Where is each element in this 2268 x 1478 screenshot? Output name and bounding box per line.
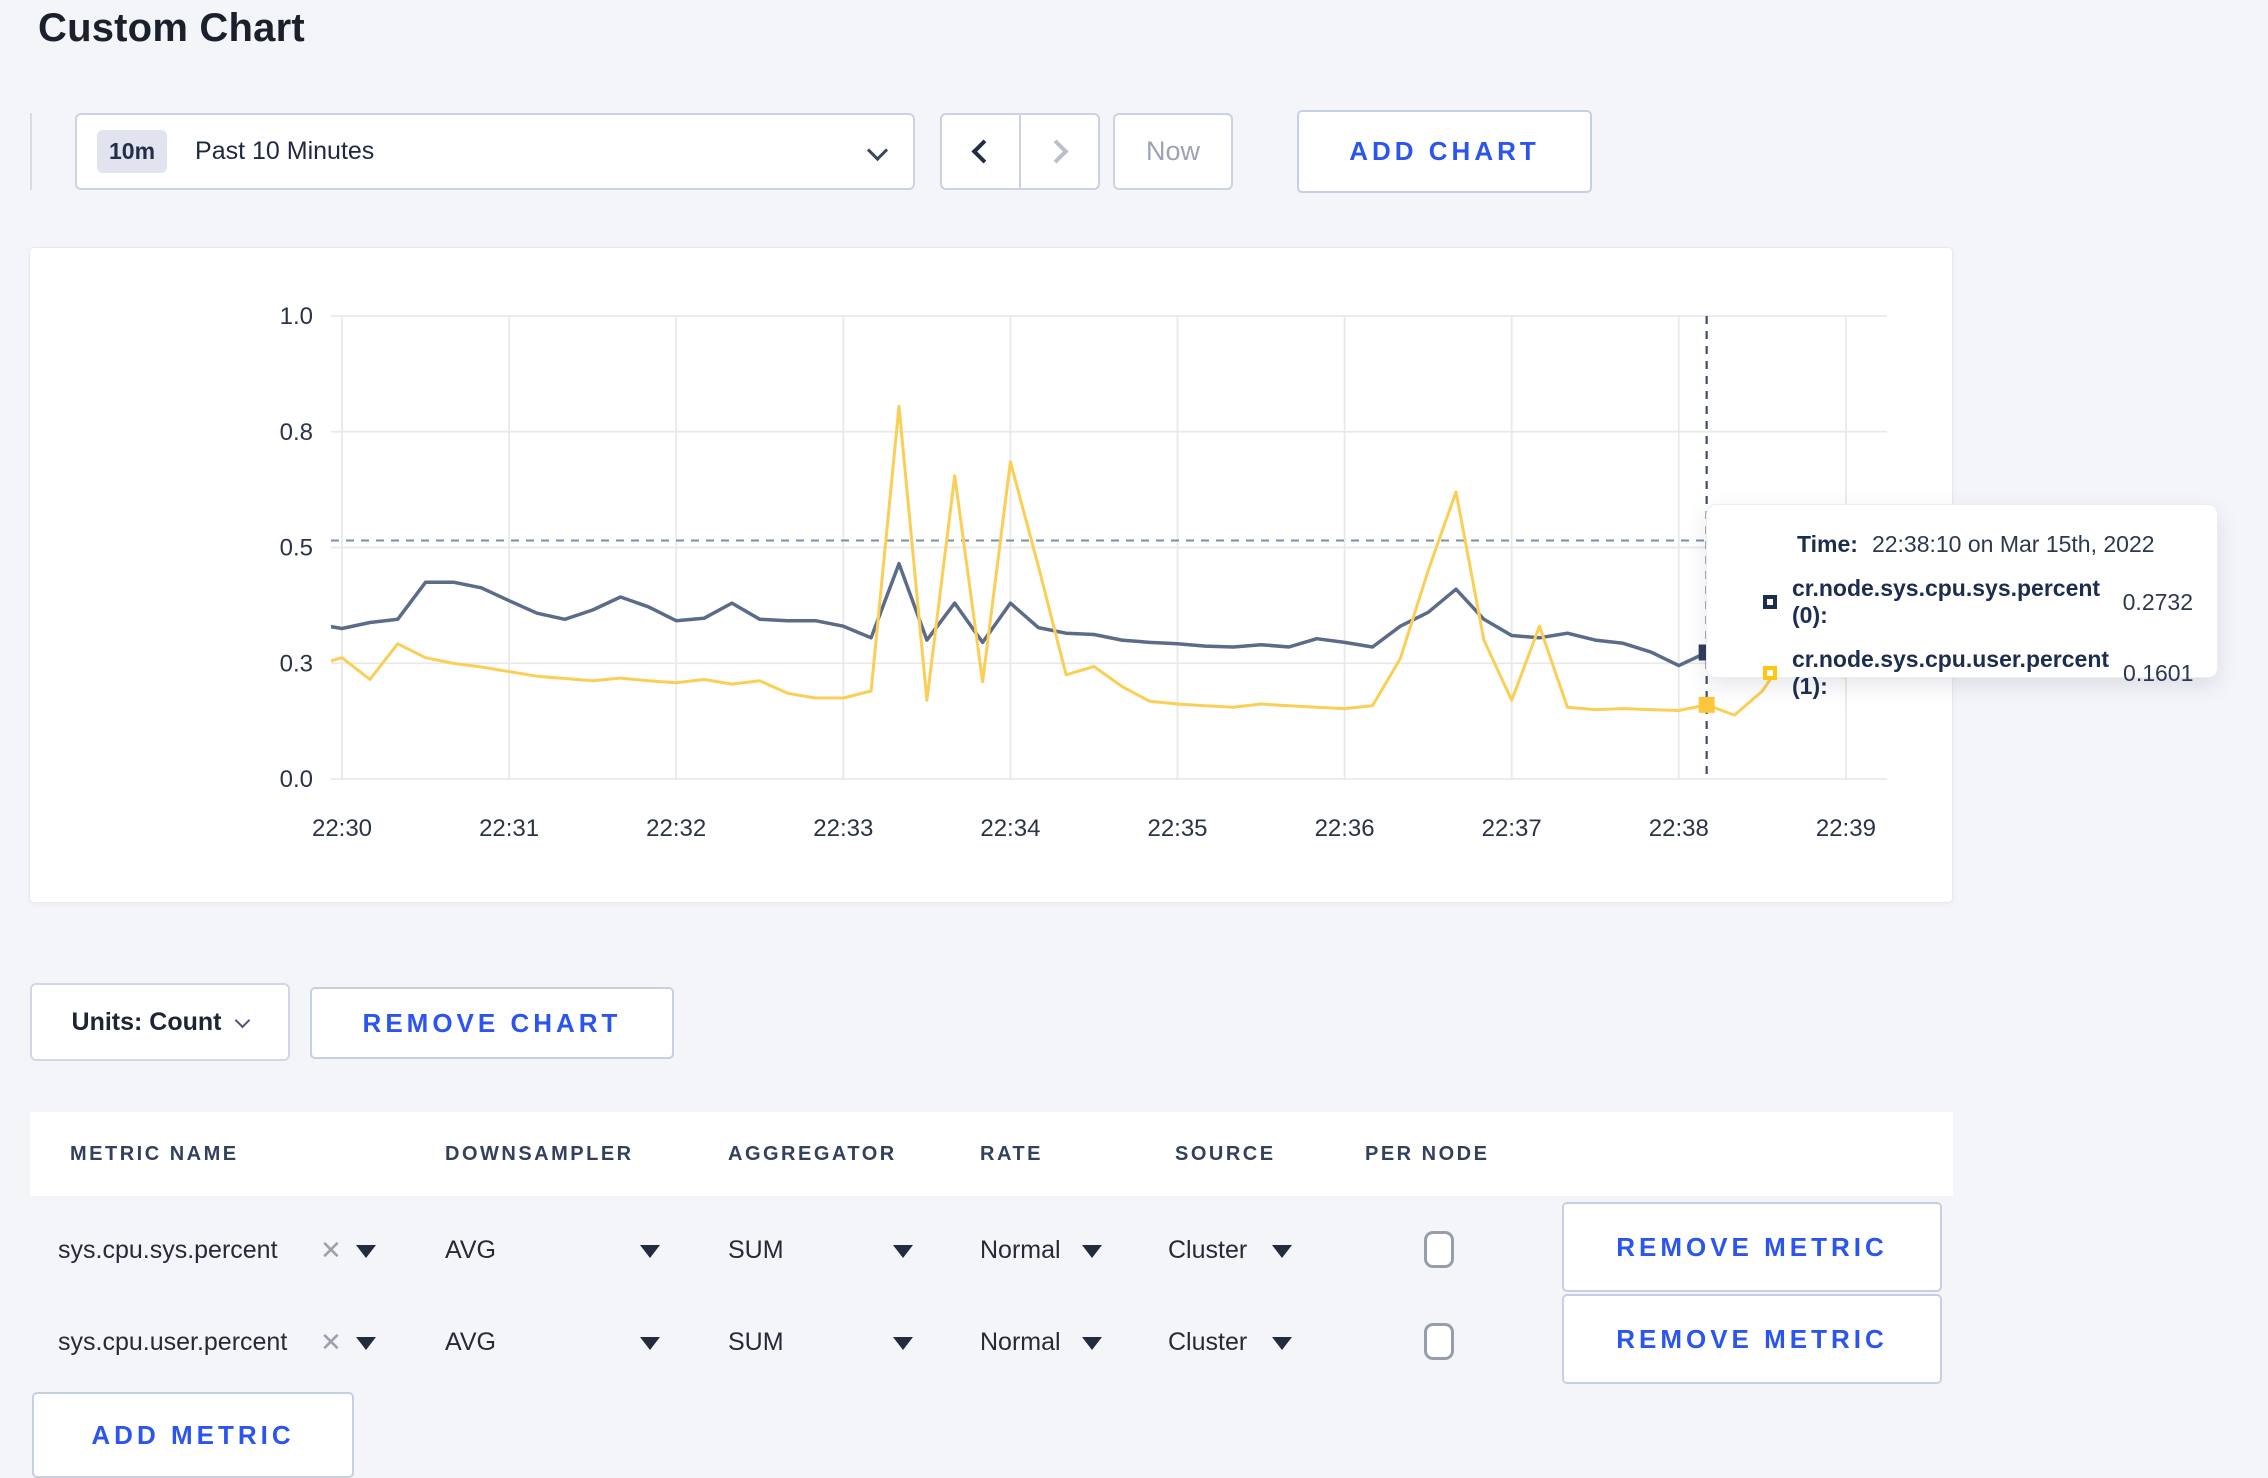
per-node-checkbox[interactable] [1424,1231,1454,1268]
series-line-1 [331,404,1876,717]
rate-dropdown-caret-icon[interactable] [1082,1337,1102,1350]
series-line-0 [331,561,1876,671]
chevron-left-icon [971,139,996,164]
rate-value[interactable]: Normal [980,1204,1061,1296]
source-value[interactable]: Cluster [1168,1204,1247,1296]
x-axis-tick-label: 22:37 [1482,815,1542,842]
remove-metric-x-icon[interactable]: ✕ [320,1296,342,1388]
per-node-checkbox[interactable] [1424,1323,1454,1360]
chart-card: 0.0 0.3 0.5 0.8 1.0 22:30 22:31 22:32 22:33 22:34… [29,247,1953,903]
aggregator-dropdown-caret-icon[interactable] [893,1245,913,1258]
column-header-metric-name: METRIC NAME [70,1143,239,1165]
chart-series [331,404,1876,717]
remove-metric-button[interactable]: REMOVE METRIC [1562,1202,1942,1292]
units-select[interactable]: Units: Count [30,983,290,1061]
chevron-down-icon [866,139,889,162]
now-button[interactable]: Now [1113,113,1233,190]
metrics-table-rows: sys.cpu.sys.percent ✕ AVG SUM Normal Cluster R… [30,1202,1953,1388]
tooltip-series-name: cr.node.sys.cpu.user.percent (1): [1792,646,2110,699]
column-header-rate: RATE [980,1143,1043,1165]
tooltip-series-value: 0.1601 [2123,659,2194,686]
series-color-swatch-icon [1763,595,1777,609]
prev-interval-button[interactable] [942,115,1021,188]
aggregator-value[interactable]: SUM [728,1296,784,1388]
next-interval-button[interactable] [1021,115,1098,188]
tooltip-series-value: 0.2732 [2122,588,2193,615]
downsampler-dropdown-caret-icon[interactable] [640,1245,660,1258]
metrics-table-header: METRIC NAME DOWNSAMPLER AGGREGATOR RATE SOUR… [30,1112,1953,1196]
source-dropdown-caret-icon[interactable] [1272,1245,1292,1258]
y-axis-tick-label: 0.0 [280,766,313,793]
y-axis-tick-label: 1.0 [280,303,313,330]
metric-name-dropdown-caret-icon[interactable] [356,1245,376,1258]
tooltip-time-value: 22:38:10 on Mar 15th, 2022 [1871,531,2155,557]
chevron-down-icon [235,1012,251,1028]
tooltip-series-name: cr.node.sys.cpu.sys.percent (0): [1792,575,2101,628]
rate-value[interactable]: Normal [980,1296,1061,1388]
x-axis-tick-label: 22:33 [813,815,873,842]
add-metric-button[interactable]: ADD METRIC [32,1392,354,1478]
x-axis-tick-label: 22:38 [1649,815,1709,842]
x-axis-tick-label: 22:31 [479,815,539,842]
toolbar-divider [30,113,32,190]
line-chart[interactable]: 0.0 0.3 0.5 0.8 1.0 22:30 22:31 22:32 22:33 22:34… [30,248,1954,904]
source-dropdown-caret-icon[interactable] [1272,1337,1292,1350]
units-label: Units: Count [71,1007,222,1036]
chevron-right-icon [1044,139,1069,164]
time-window-select[interactable]: 10m Past 10 Minutes [75,113,915,190]
time-window-badge: 10m [97,130,168,173]
metric-row: sys.cpu.user.percent ✕ AVG SUM Normal Cluster… [30,1294,1953,1388]
x-axis-tick-label: 22:35 [1147,815,1207,842]
tooltip-series-row: cr.node.sys.cpu.sys.percent (0): 0.2732 [1763,575,2193,629]
remove-metric-button[interactable]: REMOVE METRIC [1562,1294,1942,1384]
downsampler-value[interactable]: AVG [445,1204,496,1296]
crosshair-marker-1 [1698,696,1715,713]
metric-row: sys.cpu.sys.percent ✕ AVG SUM Normal Cluster R… [30,1202,1953,1296]
column-header-downsampler: DOWNSAMPLER [445,1143,634,1165]
downsampler-dropdown-caret-icon[interactable] [640,1337,660,1350]
tooltip-time-label: Time: [1797,531,1858,557]
x-axis-tick-label: 22:39 [1816,815,1876,842]
time-nav-group [940,113,1100,190]
downsampler-value[interactable]: AVG [445,1296,496,1388]
remove-metric-x-icon[interactable]: ✕ [320,1204,342,1296]
source-value[interactable]: Cluster [1168,1296,1247,1388]
column-header-aggregator: AGGREGATOR [728,1143,897,1165]
column-header-per-node: PER NODE [1365,1143,1490,1165]
rate-dropdown-caret-icon[interactable] [1082,1245,1102,1258]
y-axis-tick-label: 0.8 [280,419,313,446]
tooltip-series-row: cr.node.sys.cpu.user.percent (1): 0.1601 [1763,646,2193,700]
x-axis-tick-label: 22:36 [1315,815,1375,842]
x-axis-tick-label: 22:34 [980,815,1040,842]
y-axis-tick-label: 0.3 [280,650,313,677]
remove-chart-button[interactable]: REMOVE CHART [310,987,674,1059]
x-axis-tick-label: 22:32 [646,815,706,842]
time-window-label: Past 10 Minutes [195,137,375,165]
add-chart-button[interactable]: ADD CHART [1297,110,1592,193]
metric-name: sys.cpu.sys.percent [58,1236,278,1264]
tooltip-time-row: Time: 22:38:10 on Mar 15th, 2022 [1797,531,2193,558]
metric-name-dropdown-caret-icon[interactable] [356,1337,376,1350]
page-title: Custom Chart [38,6,305,50]
metric-name: sys.cpu.user.percent [58,1328,288,1356]
y-axis-tick-label: 0.5 [280,535,313,562]
chart-tooltip: Time: 22:38:10 on Mar 15th, 2022 cr.node… [1706,504,2218,699]
x-axis-tick-label: 22:30 [312,815,372,842]
aggregator-dropdown-caret-icon[interactable] [893,1337,913,1350]
aggregator-value[interactable]: SUM [728,1204,784,1296]
series-color-swatch-icon [1763,666,1777,680]
column-header-source: SOURCE [1175,1143,1276,1165]
